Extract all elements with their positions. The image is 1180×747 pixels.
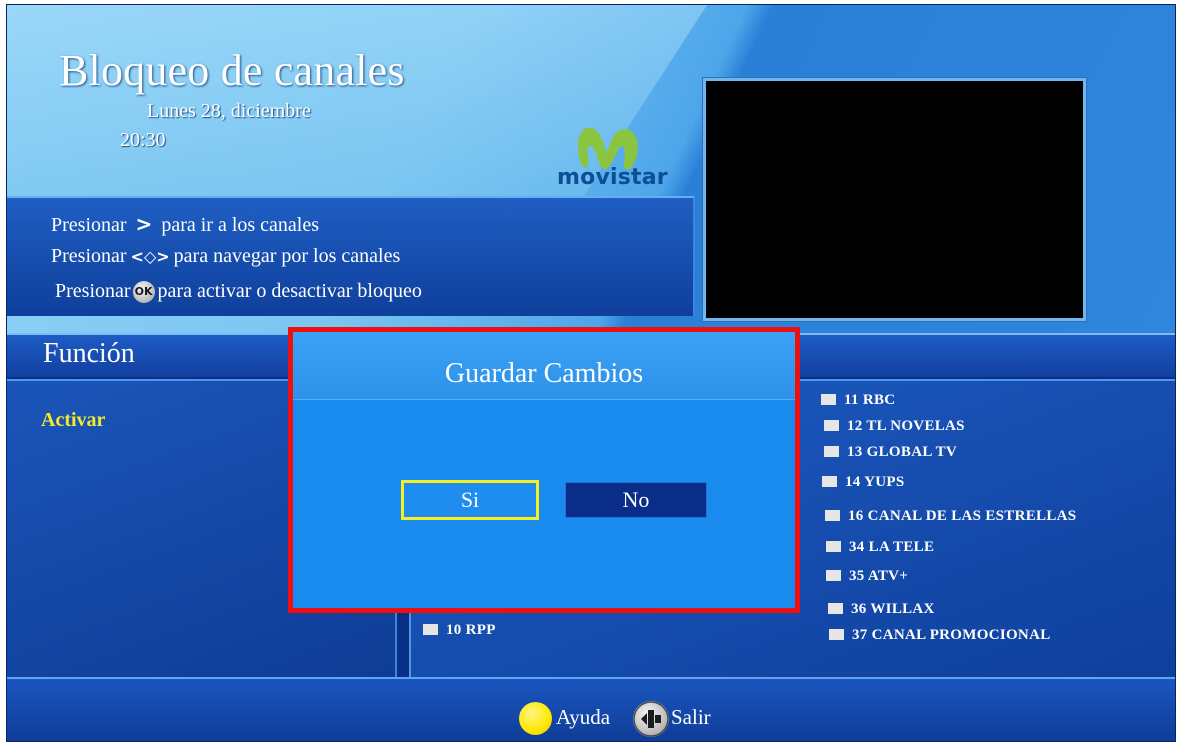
channel-item[interactable]: 10 RPP <box>423 622 496 639</box>
yellow-dot-icon <box>519 702 552 735</box>
yes-button[interactable]: Si <box>401 480 539 520</box>
instruction-prefix: Presionar <box>51 245 127 267</box>
option-activar[interactable]: Activar <box>41 409 105 432</box>
channel-checkbox[interactable] <box>828 603 843 614</box>
instruction-text: para navegar por los canales <box>173 245 401 267</box>
instruction-line-3: Presionar OK para activar o desactivar blo… <box>55 280 422 304</box>
right-arrow-icon: > <box>135 212 153 236</box>
help-label[interactable]: Ayuda <box>556 705 610 730</box>
channel-item[interactable]: 35 ATV+ <box>826 568 908 585</box>
exit-icon[interactable] <box>633 701 669 737</box>
instruction-prefix: Presionar <box>51 214 127 236</box>
channel-item[interactable]: 34 LA TELE <box>826 539 934 556</box>
channel-checkbox[interactable] <box>821 394 836 405</box>
channel-checkbox[interactable] <box>829 629 844 640</box>
channel-checkbox[interactable] <box>822 476 837 487</box>
function-label: Función <box>43 338 135 369</box>
dialog-body <box>293 400 795 608</box>
channel-item[interactable]: 11 RBC <box>821 392 895 409</box>
date-label: Lunes 28, diciembre <box>147 100 311 122</box>
page-title: Bloqueo de canales <box>59 46 405 95</box>
dialog-title: Guardar Cambios <box>444 358 644 389</box>
instruction-text: para activar o desactivar bloqueo <box>157 280 422 302</box>
exit-label[interactable]: Salir <box>671 705 711 730</box>
navigation-arrows-icon: <◇> <box>130 247 170 266</box>
channel-checkbox[interactable] <box>824 446 839 457</box>
channel-item[interactable]: 12 TL NOVELAS <box>824 418 965 435</box>
channel-item[interactable]: 13 GLOBAL TV <box>824 444 957 461</box>
channel-item[interactable]: 36 WILLAX <box>828 601 935 618</box>
channel-item[interactable]: 14 YUPS <box>822 474 904 491</box>
dialog-header: Guardar Cambios <box>293 332 795 400</box>
channel-checkbox[interactable] <box>826 570 841 581</box>
save-changes-dialog: Guardar Cambios Si No <box>288 327 800 613</box>
ok-button-icon: OK <box>132 281 155 304</box>
instruction-line-1: Presionar > para ir a los canales <box>51 212 319 237</box>
channel-checkbox[interactable] <box>826 541 841 552</box>
no-button[interactable]: No <box>565 482 707 518</box>
instruction-prefix: Presionar <box>55 280 131 302</box>
channel-item[interactable]: 37 CANAL PROMOCIONAL <box>829 627 1051 644</box>
instruction-text: para ir a los canales <box>161 214 320 236</box>
time-label: 20:30 <box>120 129 166 151</box>
instruction-line-2: Presionar <◇> para navegar por los canales <box>51 245 400 268</box>
brand-wordmark: movistar <box>557 165 668 190</box>
channel-checkbox[interactable] <box>824 420 839 431</box>
channel-checkbox[interactable] <box>423 624 438 635</box>
video-preview <box>703 78 1086 321</box>
channel-item[interactable]: 16 CANAL DE LAS ESTRELLAS <box>825 508 1076 525</box>
channel-checkbox[interactable] <box>825 510 840 521</box>
tv-screen: Bloqueo de canales Lunes 28, diciembre 2… <box>6 4 1176 742</box>
